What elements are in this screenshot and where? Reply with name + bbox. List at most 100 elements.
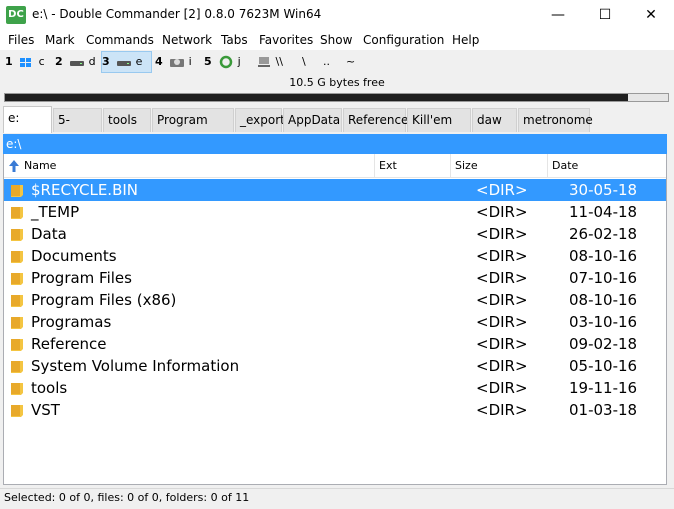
menu-configuration[interactable]: Configuration	[363, 33, 444, 47]
app-logo-icon: DC	[6, 6, 26, 24]
file-date: 08-10-16	[569, 291, 638, 309]
drive-button-j[interactable]: 5 j	[204, 52, 241, 72]
free-space-text: 10.5 G bytes free	[289, 76, 385, 89]
folder-icon	[11, 273, 23, 285]
menu-favorites[interactable]: Favorites	[259, 33, 313, 47]
menu-commands[interactable]: Commands	[86, 33, 154, 47]
drive-button-d[interactable]: 2 d	[55, 52, 96, 72]
file-date: 07-10-16	[569, 269, 638, 287]
tab-appdata[interactable]: AppData	[283, 108, 342, 132]
root-button[interactable]: \	[302, 52, 306, 72]
file-row[interactable]: $RECYCLE.BIN <DIR> 30-05-18	[4, 179, 666, 201]
file-row[interactable]: Program Files (x86) <DIR> 08-10-16	[4, 289, 666, 311]
hard-drive-icon	[70, 61, 85, 66]
drive-number: 4	[155, 55, 163, 68]
tab-daw[interactable]: daw	[472, 108, 517, 132]
tab-kill-em-all[interactable]: Kill'em all	[407, 108, 471, 149]
file-name: _TEMP	[31, 203, 80, 221]
status-bar: Selected: 0 of 0, files: 0 of 0, folders…	[0, 488, 674, 509]
file-row[interactable]: Programas <DIR> 03-10-16	[4, 311, 666, 333]
drive-label: e	[135, 55, 143, 68]
column-headers: Name Ext Size Date	[4, 154, 666, 178]
file-row[interactable]: System Volume Information <DIR> 05-10-16	[4, 355, 666, 377]
column-ext[interactable]: Ext	[375, 154, 451, 177]
network-icon	[258, 57, 270, 67]
minimize-button[interactable]: —	[535, 0, 581, 30]
disk-usage-bar	[4, 93, 669, 102]
file-size: <DIR>	[476, 357, 528, 375]
file-name: tools	[31, 379, 68, 397]
file-date: 05-10-16	[569, 357, 638, 375]
network-label: \\	[275, 55, 283, 68]
tab-e[interactable]: e:	[3, 106, 52, 133]
tab-metronome[interactable]: metronome	[518, 108, 593, 132]
file-panel: Name Ext Size Date $RECYCLE.BIN <DIR> 30-0…	[3, 154, 667, 485]
tab-tools[interactable]: tools	[103, 108, 151, 132]
drive-number: 5	[204, 55, 212, 68]
drive-bar: 1 c 2 d 3 e 4 i 5 j \\ \ .. ~	[0, 51, 674, 73]
file-name: Program Files (x86)	[31, 291, 177, 309]
file-row[interactable]: Documents <DIR> 08-10-16	[4, 245, 666, 267]
folder-icon	[11, 361, 23, 373]
current-path[interactable]: e:\	[3, 134, 667, 154]
column-name[interactable]: Name	[4, 154, 375, 177]
file-row[interactable]: tools <DIR> 19-11-16	[4, 377, 666, 399]
menu-mark[interactable]: Mark	[45, 33, 75, 47]
drive-label: j	[237, 55, 241, 68]
network-button[interactable]: \\	[256, 52, 283, 72]
menu-show[interactable]: Show	[320, 33, 352, 47]
file-date: 08-10-16	[569, 247, 638, 265]
tab-program-files[interactable]: Program Files	[152, 108, 234, 149]
drive-number: 3	[102, 55, 110, 68]
file-name: Reference	[31, 335, 107, 353]
file-size: <DIR>	[476, 291, 528, 309]
tab-export[interactable]: _export	[235, 108, 285, 132]
menu-help[interactable]: Help	[452, 33, 479, 47]
file-row[interactable]: _TEMP <DIR> 11-04-18	[4, 201, 666, 223]
menu-files[interactable]: Files	[8, 33, 34, 47]
file-row[interactable]: Data <DIR> 26-02-18	[4, 223, 666, 245]
drive-button-c[interactable]: 1 c	[5, 52, 45, 72]
window-title: e:\ - Double Commander [2] 0.8.0 7623M W…	[32, 7, 322, 21]
file-date: 09-02-18	[569, 335, 638, 353]
drive-button-e[interactable]: 3 e	[101, 51, 152, 73]
folder-icon	[11, 295, 23, 307]
hard-drive-icon	[117, 61, 132, 66]
file-size: <DIR>	[476, 379, 528, 397]
home-button[interactable]: ~	[346, 52, 355, 72]
menu-tabs[interactable]: Tabs	[221, 33, 248, 47]
file-name: Documents	[31, 247, 117, 265]
menu-network[interactable]: Network	[162, 33, 212, 47]
file-list: $RECYCLE.BIN <DIR> 30-05-18 _TEMP <DIR> 11-04…	[4, 179, 666, 421]
drive-number: 2	[55, 55, 63, 68]
drive-label: c	[38, 55, 45, 68]
folder-icon	[11, 251, 23, 263]
windows-drive-icon	[20, 58, 32, 67]
file-name: $RECYCLE.BIN	[31, 181, 139, 199]
drive-button-i[interactable]: 4 i	[155, 52, 192, 72]
optical-drive-icon	[170, 59, 185, 67]
file-row[interactable]: Program Files <DIR> 07-10-16	[4, 267, 666, 289]
close-button[interactable]: ✕	[628, 0, 674, 30]
sort-ascending-icon	[9, 160, 19, 172]
file-size: <DIR>	[476, 225, 528, 243]
file-row[interactable]: Reference <DIR> 09-02-18	[4, 333, 666, 355]
folder-icon	[11, 405, 23, 417]
file-size: <DIR>	[476, 401, 528, 419]
sync-drive-icon	[219, 55, 233, 69]
tab-reference[interactable]: Reference	[343, 108, 408, 132]
maximize-button[interactable]: ☐	[582, 0, 628, 30]
file-row[interactable]: VST <DIR> 01-03-18	[4, 399, 666, 421]
file-date: 19-11-16	[569, 379, 638, 397]
folder-icon	[11, 383, 23, 395]
file-date: 11-04-18	[569, 203, 638, 221]
file-name: VST	[31, 401, 60, 419]
column-date[interactable]: Date	[548, 154, 666, 177]
column-size[interactable]: Size	[451, 154, 548, 177]
parent-dir-button[interactable]: ..	[323, 52, 330, 72]
file-size: <DIR>	[476, 335, 528, 353]
file-name: Programas	[31, 313, 112, 331]
title-bar: DC e:\ - Double Commander [2] 0.8.0 7623…	[0, 0, 674, 30]
file-date: 30-05-18	[569, 181, 638, 199]
tab-5-temp[interactable]: 5-temp	[53, 108, 102, 149]
